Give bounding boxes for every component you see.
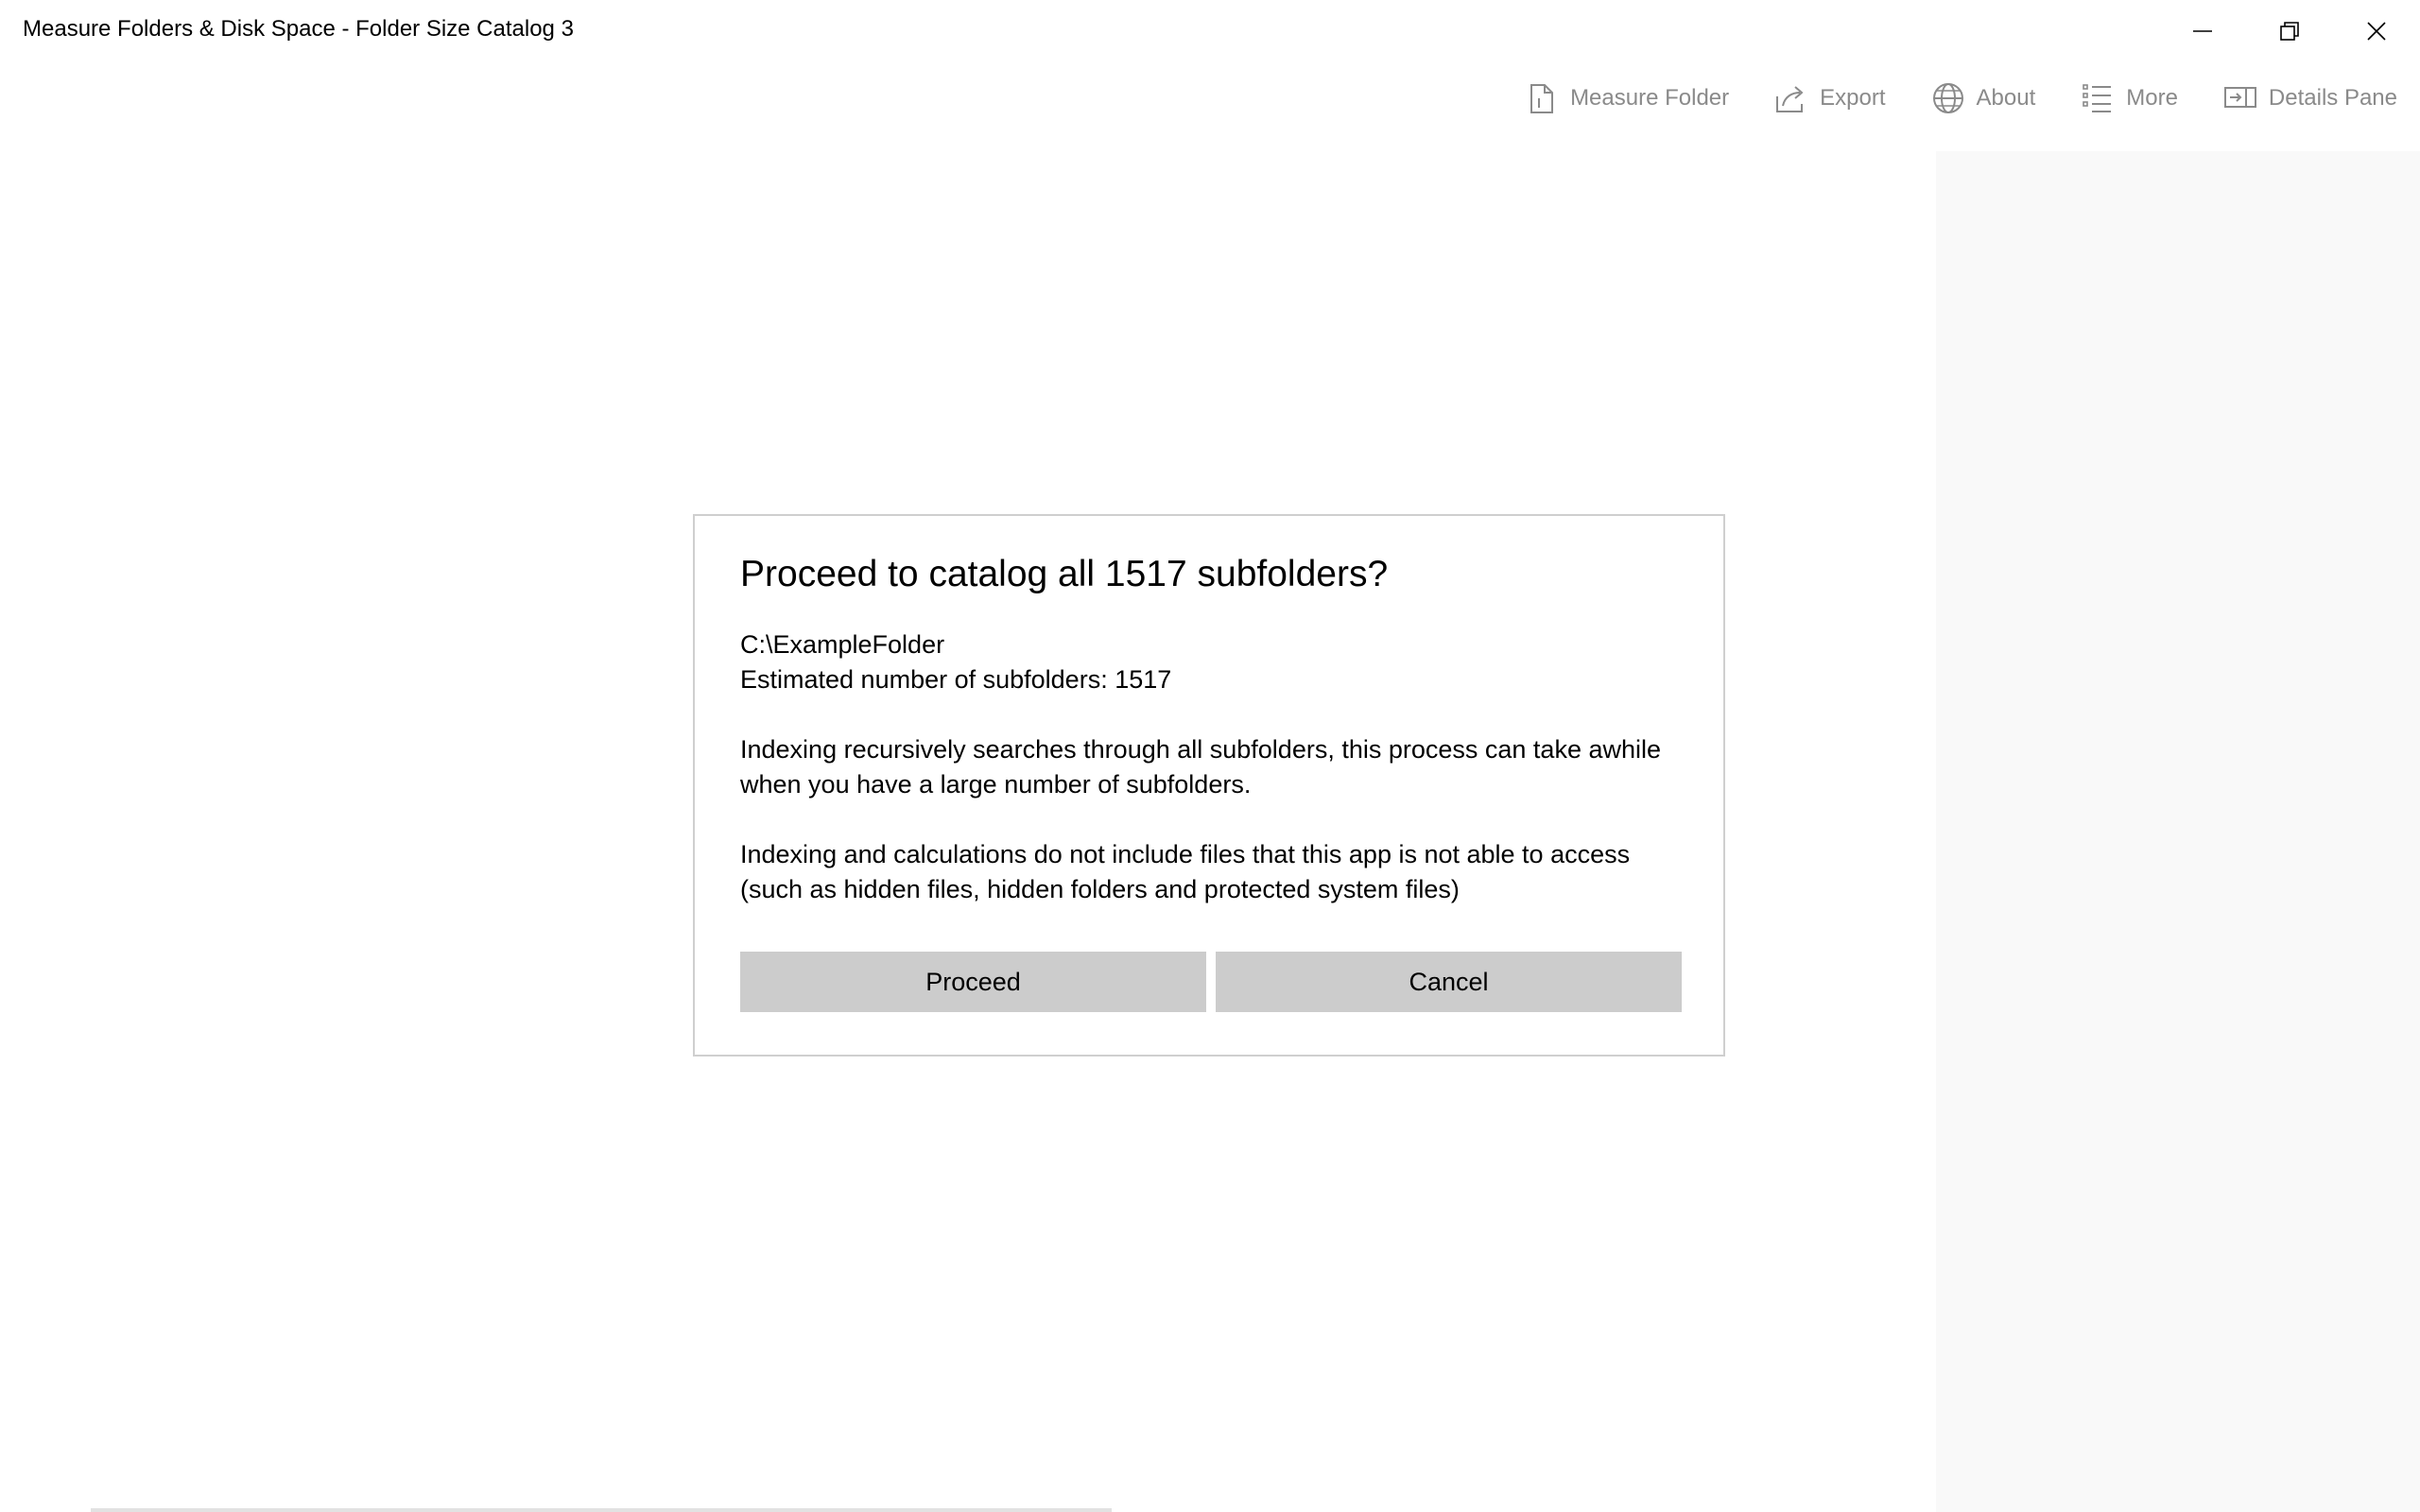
close-icon xyxy=(2367,22,2386,41)
command-bar: Measure Folder Export About More Details… xyxy=(1525,72,2420,125)
restore-button[interactable] xyxy=(2246,0,2333,62)
indexing-note-line-1: Indexing recursively searches through al… xyxy=(740,735,1662,764)
title-bar: Measure Folders & Disk Space - Folder Si… xyxy=(0,0,2420,62)
more-button[interactable]: More xyxy=(2058,72,2201,125)
folder-path: C:\ExampleFolder xyxy=(740,630,945,659)
measure-folder-icon xyxy=(1525,81,1559,115)
about-label: About xyxy=(1976,85,2036,111)
details-pane xyxy=(1936,151,2420,1512)
confirm-dialog: Proceed to catalog all 1517 subfolders? … xyxy=(693,514,1725,1057)
share-icon xyxy=(1774,81,1808,115)
cancel-button[interactable]: Cancel xyxy=(1216,952,1682,1012)
details-pane-label: Details Pane xyxy=(2268,85,2397,111)
app-window: Measure Folders & Disk Space - Folder Si… xyxy=(0,0,2420,1512)
restore-icon xyxy=(2280,22,2299,41)
indexing-note-line-2: when you have a large number of subfolde… xyxy=(740,770,1252,799)
dialog-button-row: Proceed Cancel xyxy=(740,952,1682,1012)
minimize-button[interactable] xyxy=(2159,0,2246,62)
details-pane-icon xyxy=(2223,81,2257,115)
globe-icon xyxy=(1931,81,1965,115)
progress-track xyxy=(91,1508,1112,1512)
list-icon xyxy=(2081,81,2115,115)
access-note-line-1: Indexing and calculations do not include… xyxy=(740,840,1631,868)
minimize-icon xyxy=(2193,30,2212,32)
details-pane-button[interactable]: Details Pane xyxy=(2201,72,2420,125)
about-button[interactable]: About xyxy=(1909,72,2059,125)
close-button[interactable] xyxy=(2333,0,2420,62)
proceed-button[interactable]: Proceed xyxy=(740,952,1206,1012)
access-note-line-2: (such as hidden files, hidden folders an… xyxy=(740,875,1460,903)
window-title: Measure Folders & Disk Space - Folder Si… xyxy=(23,16,574,42)
measure-folder-label: Measure Folder xyxy=(1570,85,1730,111)
subfolder-estimate: Estimated number of subfolders: 1517 xyxy=(740,665,1172,694)
more-label: More xyxy=(2126,85,2178,111)
export-label: Export xyxy=(1820,85,1886,111)
measure-folder-button[interactable]: Measure Folder xyxy=(1525,72,1752,125)
dialog-title: Proceed to catalog all 1517 subfolders? xyxy=(740,554,1389,594)
export-button[interactable]: Export xyxy=(1752,72,1908,125)
dialog-body: C:\ExampleFolder Estimated number of sub… xyxy=(740,627,1685,907)
